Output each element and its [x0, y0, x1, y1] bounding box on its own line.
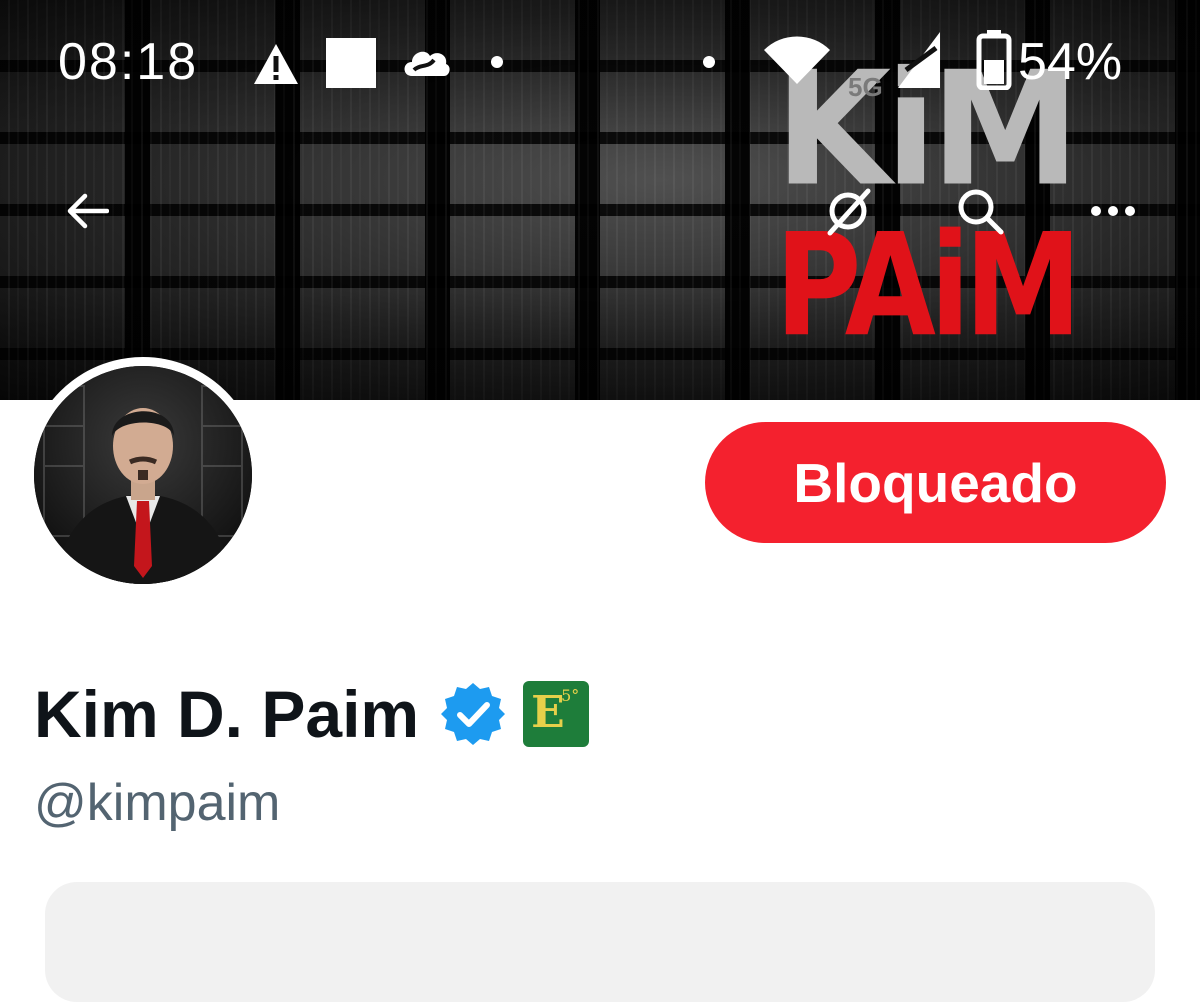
- search-button[interactable]: [945, 176, 1015, 246]
- wifi-icon: [764, 36, 830, 84]
- grok-icon: [827, 188, 871, 236]
- info-card: [45, 882, 1155, 1002]
- blocked-button[interactable]: Bloqueado: [705, 422, 1166, 543]
- dot-icon: [491, 56, 503, 68]
- display-name: Kim D. Paim: [34, 677, 420, 751]
- affiliate-badge-letter: E: [531, 687, 565, 738]
- network-type-label: 5G: [848, 72, 883, 102]
- grok-button[interactable]: [813, 176, 883, 246]
- avatar-photo: [34, 366, 252, 584]
- more-options-button[interactable]: [1078, 176, 1148, 246]
- affiliate-badge-superscript: 5°: [561, 686, 580, 705]
- search-icon: [958, 189, 1004, 235]
- avatar[interactable]: [34, 366, 252, 584]
- more-options-icon: [1091, 206, 1135, 216]
- status-bar: 08:18 5G 54%: [0, 28, 1200, 102]
- signal-icon: [898, 32, 940, 88]
- verified-badge-icon[interactable]: [439, 680, 507, 748]
- profile-handle[interactable]: @kimpaim: [34, 772, 280, 834]
- dot-icon: [703, 56, 715, 68]
- battery-percentage: 54%: [1018, 33, 1123, 91]
- alert-triangle-icon: [254, 44, 298, 84]
- back-arrow-icon: [67, 193, 109, 229]
- status-time: 08:18: [58, 33, 199, 91]
- square-notification-icon: [326, 38, 376, 88]
- back-button[interactable]: [52, 176, 122, 246]
- battery-icon: [976, 30, 1012, 90]
- affiliate-badge-icon[interactable]: E 5°: [523, 681, 590, 747]
- profile-name-row: Kim D. Paim E 5°: [34, 674, 590, 754]
- cloud-icon: [404, 51, 450, 76]
